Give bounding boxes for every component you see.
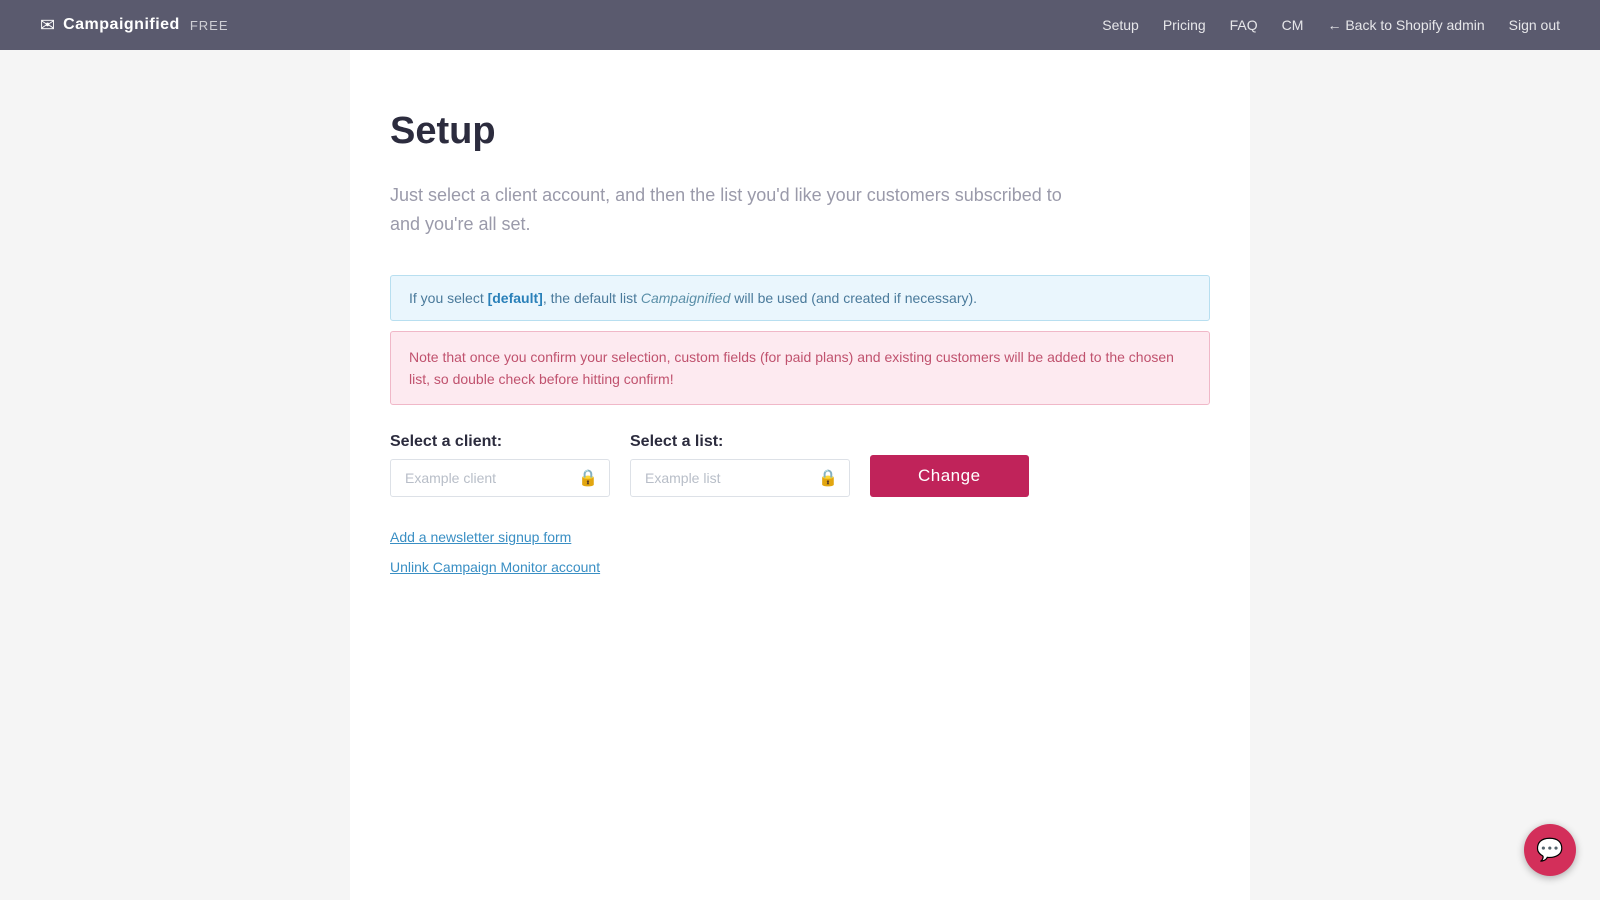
chat-icon: 💬 bbox=[1536, 837, 1563, 863]
unlink-campaign-monitor-link[interactable]: Unlink Campaign Monitor account bbox=[390, 559, 600, 575]
warning-box: Note that once you confirm your selectio… bbox=[390, 331, 1210, 406]
client-label: Select a client: bbox=[390, 433, 610, 451]
list-input-wrapper: 🔒 bbox=[630, 459, 850, 497]
header: ✉ Campaignified FREE Setup Pricing FAQ C… bbox=[0, 0, 1600, 50]
brand-name: Campaignified bbox=[63, 16, 180, 34]
list-input[interactable] bbox=[630, 459, 850, 497]
chat-button[interactable]: 💬 bbox=[1524, 824, 1576, 876]
form-row: Select a client: 🔒 Select a list: 🔒 Chan… bbox=[390, 433, 1210, 497]
brand-plan: FREE bbox=[190, 18, 229, 33]
list-lock-icon: 🔒 bbox=[818, 468, 838, 488]
list-group: Select a list: 🔒 bbox=[630, 433, 850, 497]
info-text-end: will be used (and created if necessary). bbox=[730, 290, 977, 306]
brand-logo-icon: ✉ bbox=[40, 15, 55, 36]
client-input-wrapper: 🔒 bbox=[390, 459, 610, 497]
info-text-after: , the default list bbox=[543, 290, 641, 306]
info-text-before: If you select bbox=[409, 290, 488, 306]
page-description: Just select a client account, and then t… bbox=[390, 181, 1090, 239]
info-italic: Campaignified bbox=[641, 290, 731, 306]
nav-cm[interactable]: CM bbox=[1282, 17, 1304, 33]
list-label: Select a list: bbox=[630, 433, 850, 451]
nav: Setup Pricing FAQ CM ← Back to Shopify a… bbox=[1102, 17, 1560, 33]
info-highlight: [default] bbox=[488, 290, 543, 306]
nav-faq[interactable]: FAQ bbox=[1230, 17, 1258, 33]
page-title: Setup bbox=[390, 110, 1210, 153]
add-newsletter-link[interactable]: Add a newsletter signup form bbox=[390, 529, 571, 545]
client-lock-icon: 🔒 bbox=[578, 468, 598, 488]
client-input[interactable] bbox=[390, 459, 610, 497]
nav-back-to-shopify[interactable]: ← Back to Shopify admin bbox=[1327, 17, 1484, 33]
nav-sign-out[interactable]: Sign out bbox=[1509, 17, 1560, 33]
main-content: Setup Just select a client account, and … bbox=[350, 50, 1250, 900]
brand: ✉ Campaignified FREE bbox=[40, 15, 229, 36]
info-box: If you select [default], the default lis… bbox=[390, 275, 1210, 321]
action-links: Add a newsletter signup form Unlink Camp… bbox=[390, 529, 1210, 575]
nav-pricing[interactable]: Pricing bbox=[1163, 17, 1206, 33]
nav-setup[interactable]: Setup bbox=[1102, 17, 1139, 33]
client-group: Select a client: 🔒 bbox=[390, 433, 610, 497]
change-button[interactable]: Change bbox=[870, 455, 1029, 497]
